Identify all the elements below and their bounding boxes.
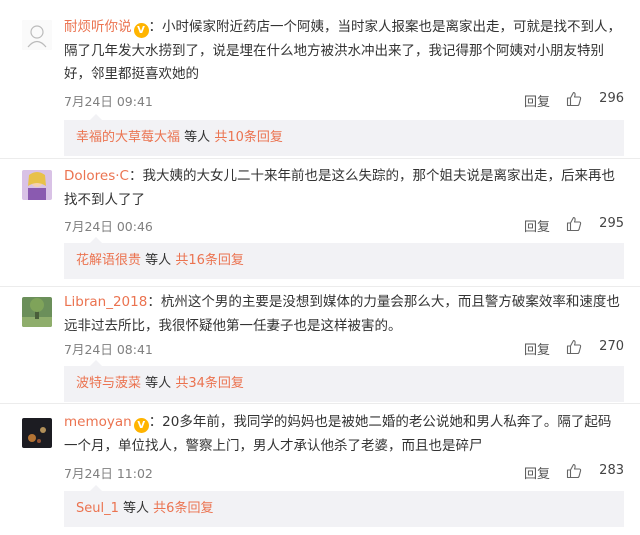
comment-text: Libran_2018：杭州这个男的主要是没想到媒体的力量会那么大，而且警方破案… [64, 291, 624, 338]
thread-count[interactable]: 共10条回复 [214, 130, 283, 145]
reply-button[interactable]: 回复 [524, 339, 550, 358]
thread-user[interactable]: 花解语很贵 [76, 253, 141, 268]
comment-meta: 7月24日 11:02 回复 283 [64, 461, 624, 483]
comment-username[interactable]: 耐烦听你说 [64, 19, 132, 35]
comment-item: 耐烦听你说 V ：小时候家附近药店一个阿姨，当时家人报案也是离家出走，可就是找不到人… [0, 0, 640, 158]
avatar[interactable] [22, 297, 52, 327]
comment-item: Dolores·C：我大姨的大女儿二十来年前也是这么失踪的，那个姐夫说是离家出走… [0, 159, 640, 286]
like-button[interactable]: 283 [566, 461, 624, 483]
thumbs-up-icon [566, 216, 582, 232]
reply-button[interactable]: 回复 [524, 216, 550, 235]
thread-others: 等人 [145, 376, 172, 391]
reply-thread-summary[interactable]: 花解语很贵 等人 共16条回复 [64, 237, 624, 279]
reply-thread-summary[interactable]: 波特与菠菜 等人 共34条回复 [64, 360, 624, 402]
comment-time: 7月24日 08:41 [64, 342, 153, 357]
comment-content: ：杭州这个男的主要是没想到媒体的力量会那么大，而且警方破案效率和速度也远非过去所… [64, 294, 620, 334]
comment-content: ：我大姨的大女儿二十来年前也是这么失踪的，那个姐夫说是离家出走，后来再也找不到人… [64, 168, 615, 208]
like-count: 296 [599, 91, 624, 106]
like-count: 270 [599, 339, 624, 354]
comment-username[interactable]: memoyan [64, 414, 132, 430]
comment-item: Libran_2018：杭州这个男的主要是没想到媒体的力量会那么大，而且警方破案… [0, 287, 640, 403]
comment-time: 7月24日 11:02 [64, 466, 153, 481]
comment-meta: 7月24日 00:46 回复 295 [64, 214, 624, 236]
thread-count[interactable]: 共16条回复 [175, 253, 244, 268]
avatar[interactable] [22, 418, 52, 448]
comment-text: Dolores·C：我大姨的大女儿二十来年前也是这么失踪的，那个姐夫说是离家出走… [64, 165, 624, 212]
comment-text: 耐烦听你说 V ：小时候家附近药店一个阿姨，当时家人报案也是离家出走，可就是找不到人… [64, 16, 624, 87]
reply-thread-summary[interactable]: 幸福的大草莓大福 等人 共10条回复 [64, 114, 624, 156]
like-button[interactable]: 270 [566, 337, 624, 359]
thread-user[interactable]: 波特与菠菜 [76, 376, 141, 391]
v-badge-icon: V [133, 23, 149, 38]
comment-meta: 7月24日 09:41 回复 296 [64, 89, 624, 111]
comment-username[interactable]: Libran_2018 [64, 294, 147, 310]
thread-user[interactable]: 幸福的大草莓大福 [76, 130, 180, 145]
comment-time: 7月24日 00:46 [64, 219, 153, 234]
like-count: 295 [599, 216, 624, 231]
reply-thread-summary[interactable]: Seul_1 等人 共6条回复 [64, 485, 624, 527]
comment-time: 7月24日 09:41 [64, 94, 153, 109]
thread-others: 等人 [123, 501, 150, 516]
comment-list: 耐烦听你说 V ：小时候家附近药店一个阿姨，当时家人报案也是离家出走，可就是找不到人… [0, 0, 640, 535]
thumbs-up-icon [566, 463, 582, 479]
comment-meta: 7月24日 08:41 回复 270 [64, 337, 624, 359]
like-button[interactable]: 295 [566, 214, 624, 236]
thumbs-up-icon [566, 339, 582, 355]
thread-user[interactable]: Seul_1 [76, 501, 119, 516]
thread-count[interactable]: 共34条回复 [175, 376, 244, 391]
avatar[interactable] [22, 20, 52, 50]
like-button[interactable]: 296 [566, 89, 624, 111]
comment-item: memoyan V ：20多年前，我同学的妈妈也是被她二婚的老公说她和男人私奔了。隔… [0, 404, 640, 535]
comment-username[interactable]: Dolores·C [64, 168, 129, 184]
v-badge-icon: V [133, 418, 149, 433]
reply-button[interactable]: 回复 [524, 91, 550, 110]
thumbs-up-icon [566, 91, 582, 107]
reply-button[interactable]: 回复 [524, 463, 550, 482]
comment-text: memoyan V ：20多年前，我同学的妈妈也是被她二婚的老公说她和男人私奔了。隔… [64, 411, 624, 458]
thread-count[interactable]: 共6条回复 [153, 501, 213, 516]
like-count: 283 [599, 463, 624, 478]
thread-others: 等人 [184, 130, 211, 145]
avatar[interactable] [22, 170, 52, 200]
comment-content: ：小时候家附近药店一个阿姨，当时家人报案也是离家出走，可就是找不到人，隔了几年发… [64, 19, 621, 82]
thread-others: 等人 [145, 253, 172, 268]
